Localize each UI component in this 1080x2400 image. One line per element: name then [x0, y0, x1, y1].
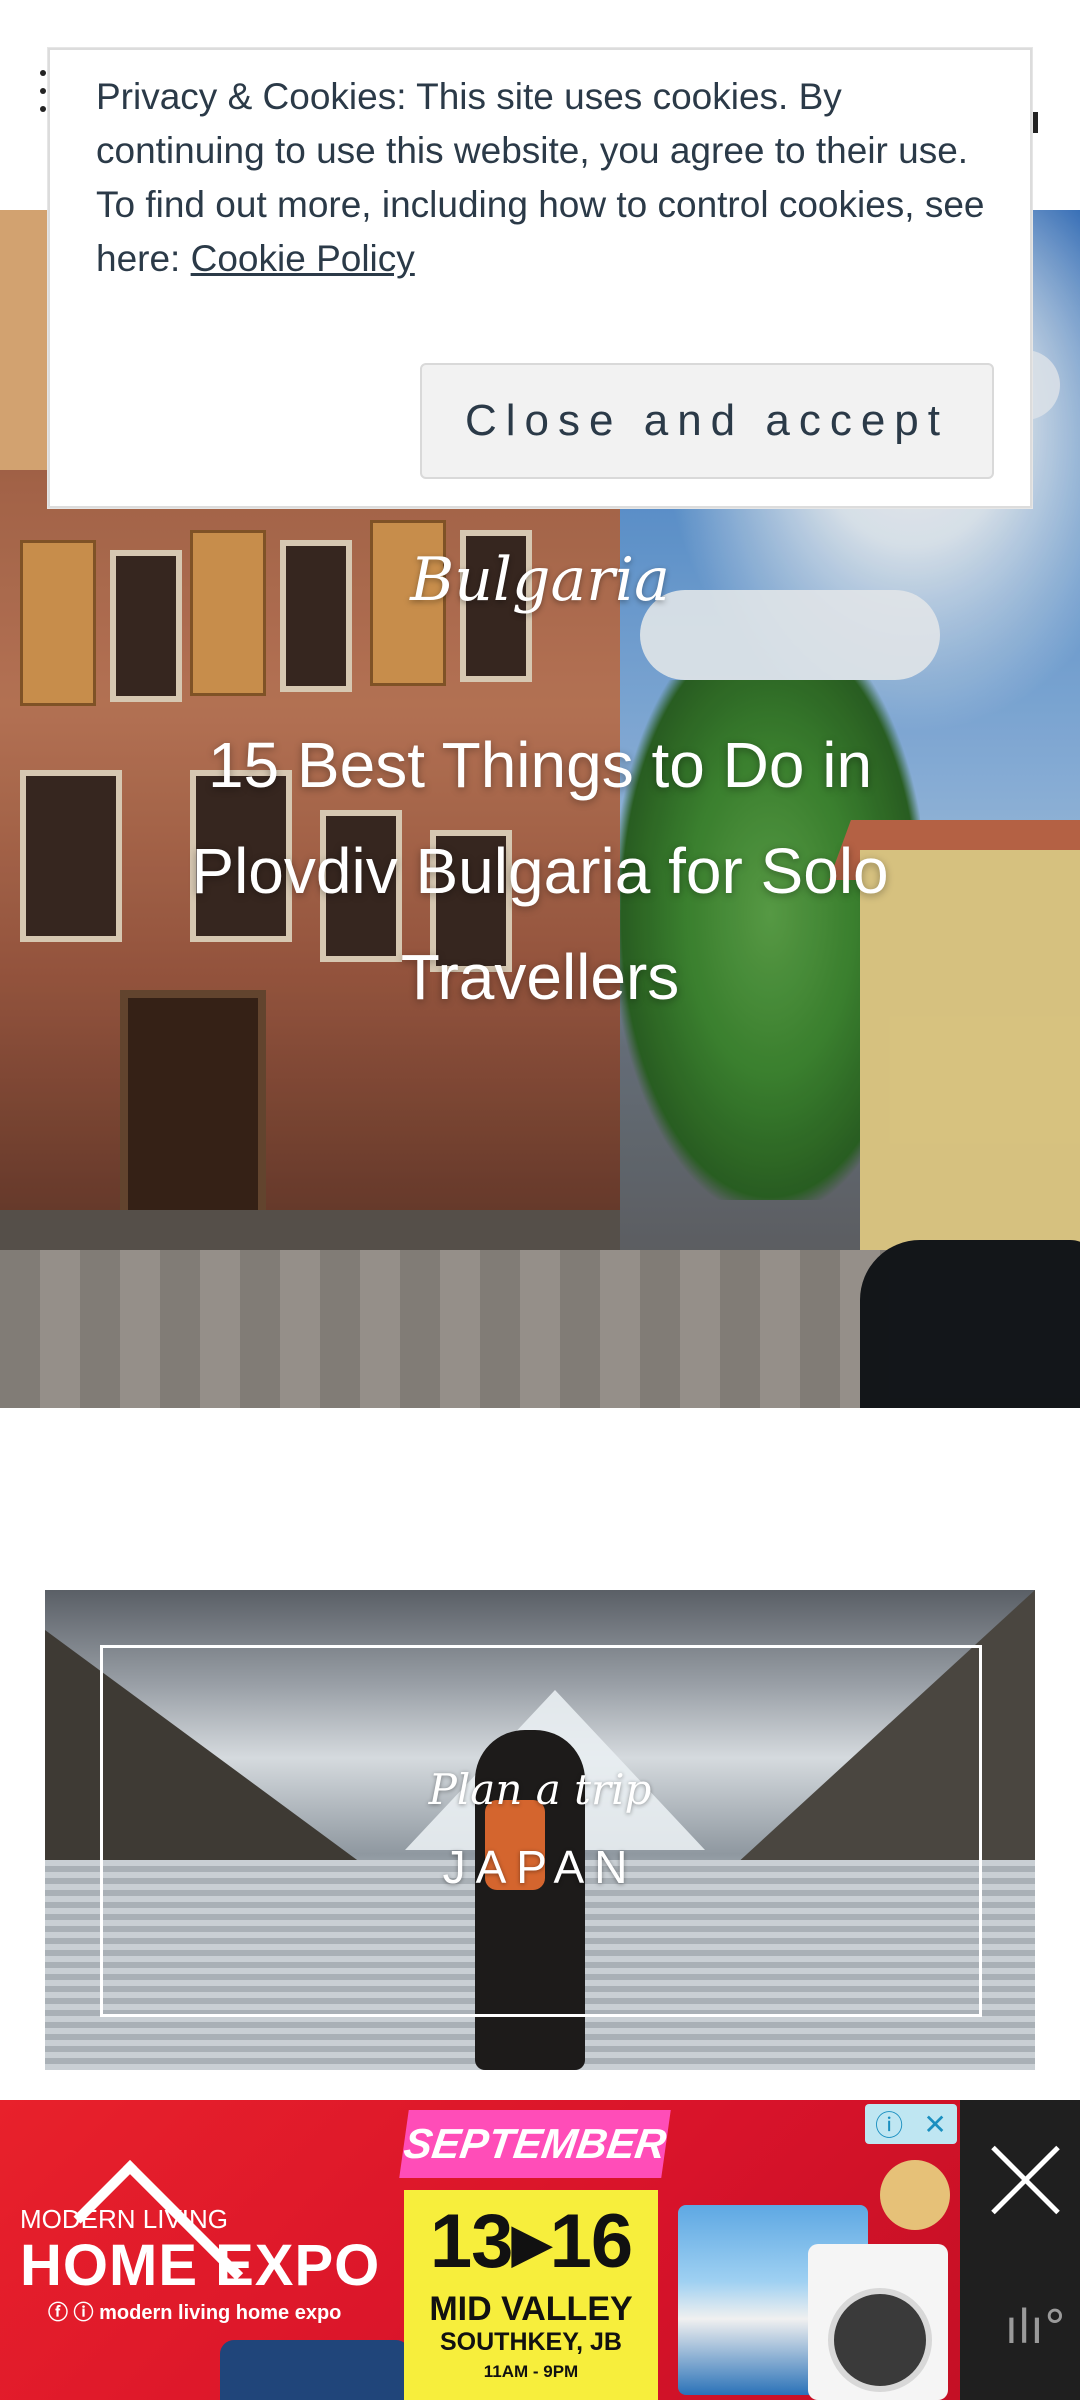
ad-brand-social-text: modern living home expo [99, 2302, 342, 2324]
ad-venue: MID VALLEY [429, 2290, 633, 2328]
ad-city: SOUTHKEY, JB [440, 2328, 622, 2356]
balloon-image [880, 2160, 950, 2230]
hero-category[interactable]: Bulgaria [0, 545, 1080, 615]
card-title: JAPAN [442, 1841, 638, 1893]
cookie-text: Privacy & Cookies: This site uses cookie… [96, 70, 1016, 286]
ad-brand-top: MODERN LIVING [20, 2204, 229, 2234]
washer-door [828, 2288, 932, 2392]
sofa-image [220, 2340, 410, 2400]
cookie-banner: Privacy & Cookies: This site uses cookie… [48, 48, 1032, 508]
ad-info-icon[interactable]: ⓘ ✕ [865, 2104, 957, 2144]
ad-network-icon: ılı° [1005, 2300, 1067, 2354]
card-subtitle: Plan a trip [428, 1765, 652, 1814]
ad-month: SEPTEMBER [399, 2110, 671, 2178]
cookie-text-line1: Privacy & Cookies: This site uses cookie… [96, 76, 969, 171]
ad-time: 11AM - 9PM [483, 2362, 579, 2381]
hero-title[interactable]: 15 Best Things to Do in Plovdiv Bulgaria… [110, 712, 970, 1030]
ad-brand-main: HOME EXPO [20, 2233, 381, 2298]
card-frame [100, 1645, 982, 2017]
cookie-policy-link[interactable]: Cookie Policy [191, 238, 415, 279]
close-and-accept-button[interactable]: Close and accept [420, 363, 994, 479]
close-icon[interactable] [985, 2140, 1065, 2220]
ad-brand-social: ⓕ ⓘ modern living home expo [48, 2302, 342, 2324]
ad-dates: 13▸16 [429, 2199, 633, 2284]
plan-trip-card[interactable]: Plan a trip JAPAN [45, 1590, 1035, 2070]
